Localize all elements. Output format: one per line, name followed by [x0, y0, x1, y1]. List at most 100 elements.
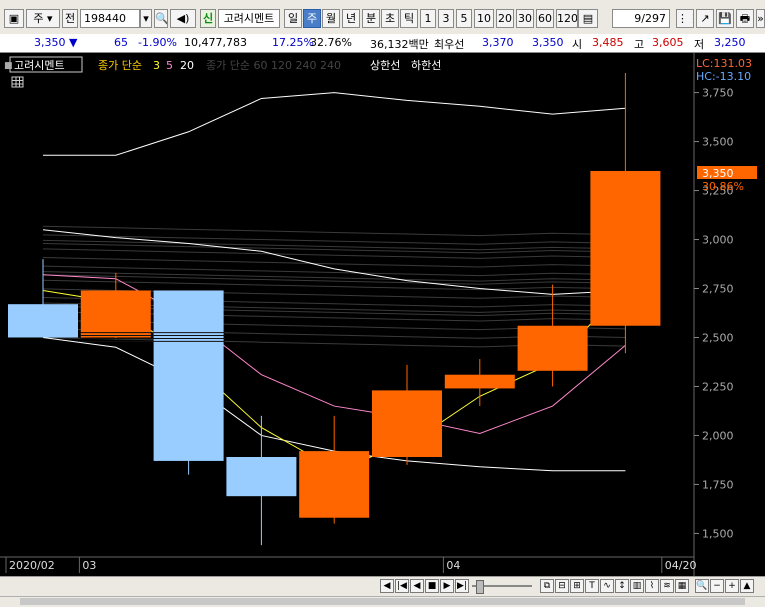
current-price-label: 3,350 — [702, 167, 734, 180]
period-button[interactable]: 일 — [284, 9, 302, 28]
arrow-icon[interactable]: ↗ — [696, 9, 714, 28]
chart-canvas[interactable]: 3,7503,5003,2503,0002,7502,5002,2502,000… — [0, 53, 765, 576]
prev-page-button[interactable]: ◀ — [410, 579, 424, 593]
open-label: 시 — [572, 38, 583, 51]
background-band-line — [42, 265, 626, 277]
pattern-icon[interactable]: ≋ — [660, 579, 674, 593]
x-tick-label: 04/20 — [665, 559, 697, 572]
candle-body — [372, 390, 442, 457]
legend-ma-20[interactable]: 20 — [180, 59, 194, 72]
code-dropdown-icon[interactable]: ▾ — [140, 9, 152, 28]
interval-button[interactable]: 10 — [474, 9, 494, 28]
zoom-out-icon[interactable]: − — [710, 579, 724, 593]
legend-ma-3[interactable]: 3 — [153, 59, 160, 72]
interval-button[interactable]: 5 — [456, 9, 472, 28]
legend-ma-hidden[interactable]: 종가 단순 60 120 240 240 — [206, 59, 341, 72]
period-button[interactable]: 월 — [322, 9, 340, 28]
y-tick-label: 2,750 — [702, 283, 734, 296]
new-badge: 신 — [200, 9, 216, 28]
code-input[interactable]: 198440 — [80, 9, 140, 28]
zoom-in-icon[interactable]: + — [725, 579, 739, 593]
interval-button[interactable]: 3 — [438, 9, 454, 28]
legend-upper-limit[interactable]: 상한선 — [370, 59, 400, 72]
x-tick-label: 03 — [82, 559, 96, 572]
scrollbar-thumb[interactable] — [20, 598, 745, 605]
save-icon[interactable]: 💾 — [716, 9, 734, 28]
lc-readout: LC:131.03 — [696, 57, 752, 70]
interval-button[interactable]: 120 — [556, 9, 578, 28]
period-button[interactable]: 주 — [303, 9, 321, 28]
legend-lower-limit[interactable]: 하한선 — [411, 58, 441, 72]
chart-settings-icon[interactable]: ▣ — [4, 9, 24, 28]
next-page-button[interactable]: ▶ — [440, 579, 454, 593]
interval-settings-icon[interactable]: ▤ — [578, 9, 598, 28]
horizontal-scrollbar[interactable] — [0, 596, 765, 607]
chart-icon[interactable]: ▥ — [630, 579, 644, 593]
grid-icon[interactable]: ⋮⋮ — [676, 9, 694, 28]
toolbar: ▣ 주 ▾ 전 198440 ▾ 🔍 ◀) 신 고려시멘트 일주월년분초틱 13… — [0, 0, 765, 35]
scroll-left-button[interactable]: ◀ — [380, 579, 394, 593]
first-page-button[interactable]: |◀ — [395, 579, 409, 593]
market-select-value: 주 — [33, 12, 44, 25]
high-price: 3,605 — [652, 36, 684, 49]
current-price: 3,350 ▼ — [34, 36, 78, 49]
interval-button[interactable]: 1 — [420, 9, 436, 28]
y-tick-label: 3,750 — [702, 87, 734, 100]
best-ask: 3,370 — [482, 36, 514, 49]
period-button[interactable]: 틱 — [400, 9, 418, 28]
x-tick-label: 04 — [446, 559, 460, 572]
interval-button[interactable]: 60 — [536, 9, 554, 28]
ratio-1: 17.25% — [272, 36, 314, 49]
print-icon[interactable]: 🖶 — [736, 9, 754, 28]
more-icon[interactable]: » — [756, 9, 765, 28]
text-icon[interactable]: T — [585, 579, 599, 593]
sound-icon[interactable]: ◀) — [170, 9, 196, 28]
prev-button[interactable]: 전 — [62, 9, 78, 28]
layout-icon[interactable]: ⊞ — [570, 579, 584, 593]
x-axis-ticks: 2020/02 03 04 04/20 — [5, 557, 697, 573]
interval-button[interactable]: 30 — [516, 9, 534, 28]
zoom-search-icon[interactable]: 🔍 — [695, 579, 709, 593]
y-tick-label: 2,250 — [702, 380, 734, 393]
chart-navigation: ◀ |◀ ◀ ■ ▶ ▶| ⧉ ⊟ ⊞ T ∿ ↕ ▥ ⌇ ≋ ▦ 🔍 − + … — [0, 576, 765, 597]
background-band-line — [42, 257, 626, 268]
y-axis-ticks: 3,7503,5003,2503,0002,7502,5002,2502,000… — [694, 87, 734, 540]
current-pct-label: 30.86% — [702, 180, 744, 193]
candle-body — [226, 457, 297, 497]
candle-body — [444, 374, 515, 389]
volume: 10,477,783 — [184, 36, 247, 49]
candle-body — [80, 290, 151, 338]
indicator-icon[interactable]: ⌇ — [645, 579, 659, 593]
market-select[interactable]: 주 ▾ — [26, 9, 60, 28]
period-button[interactable]: 년 — [342, 9, 360, 28]
candle-body — [153, 290, 224, 461]
legend-ma-label[interactable]: 종가 단순 — [98, 59, 142, 72]
measure-icon[interactable]: ↕ — [615, 579, 629, 593]
interval-button[interactable]: 20 — [496, 9, 514, 28]
table-view-icon[interactable]: ▦ — [675, 579, 689, 593]
copy-icon[interactable]: ⧉ — [540, 579, 554, 593]
y-tick-label: 2,000 — [702, 429, 734, 442]
wave-icon[interactable]: ∿ — [600, 579, 614, 593]
legend-ma-5[interactable]: 5 — [166, 59, 173, 72]
quote-bar: 3,350 ▼ 65 -1.90% 10,477,783 17.25% 32.7… — [0, 34, 765, 53]
zoom-slider-handle[interactable] — [476, 580, 484, 594]
scroll-up-icon[interactable]: ▲ — [740, 579, 754, 593]
x-tick-label: 2020/02 — [9, 559, 55, 572]
last-page-button[interactable]: ▶| — [455, 579, 469, 593]
candle-body — [299, 451, 370, 518]
low-price: 3,250 — [714, 36, 746, 49]
best-ask-label: 최우선 — [434, 38, 465, 51]
table-icon[interactable] — [11, 76, 24, 88]
background-band-line — [42, 248, 626, 259]
stop-button[interactable]: ■ — [425, 579, 439, 593]
change-percent: -1.90% — [138, 36, 177, 49]
search-icon[interactable]: 🔍 — [154, 9, 168, 28]
y-tick-label: 3,000 — [702, 234, 734, 247]
candle-body — [517, 325, 588, 371]
split-icon[interactable]: ⊟ — [555, 579, 569, 593]
period-button[interactable]: 분 — [362, 9, 380, 28]
period-button[interactable]: 초 — [381, 9, 399, 28]
legend-company[interactable]: 고려시멘트 — [14, 59, 65, 72]
price-chart[interactable]: 3,750 3,500 3,250 3,000 2,750 2,500 2,250 2,000… — [0, 53, 765, 576]
